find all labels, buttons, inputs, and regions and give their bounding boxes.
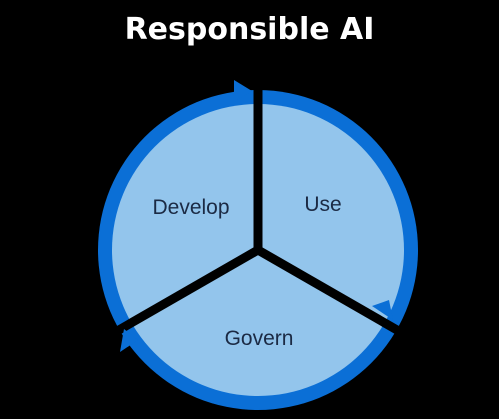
- segment-label-develop: Develop: [152, 196, 229, 219]
- slide: Responsible AI Develop Use Govern: [0, 0, 499, 419]
- segment-label-use: Use: [304, 193, 341, 216]
- responsible-ai-cycle-diagram: Develop Use Govern: [98, 80, 418, 410]
- segment-label-govern: Govern: [225, 327, 294, 350]
